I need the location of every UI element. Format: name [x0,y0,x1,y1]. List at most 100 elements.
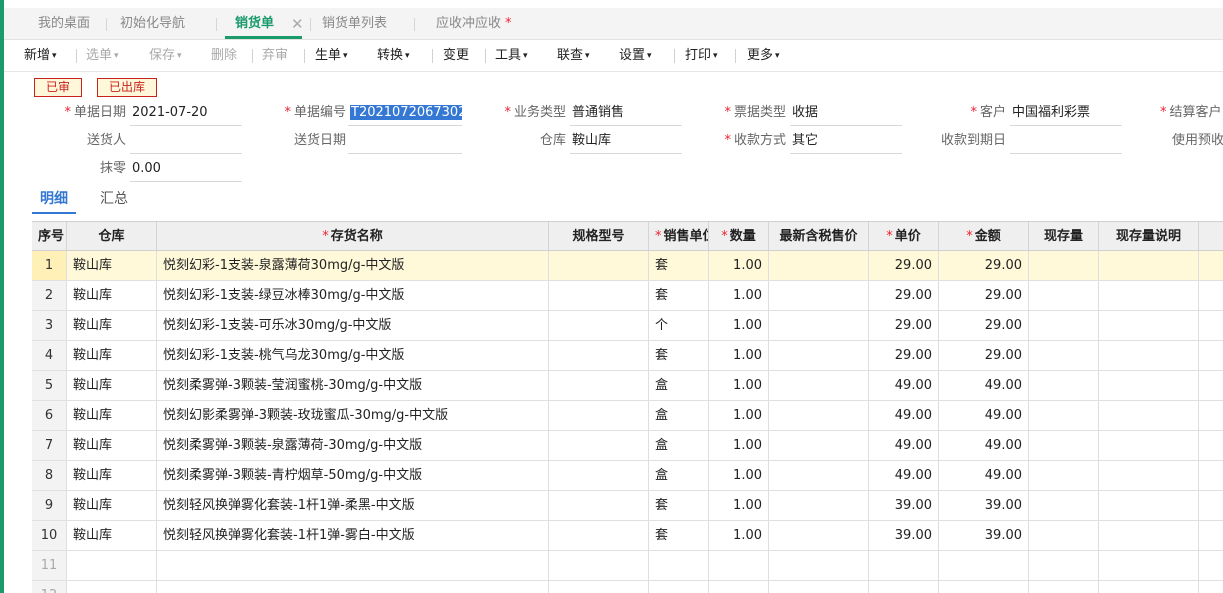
unit-cell[interactable]: 个 [649,311,709,340]
warehouse-cell[interactable] [67,551,157,580]
unit-cell[interactable]: 套 [649,251,709,280]
price-cell[interactable]: 49.00 [869,401,939,430]
unit-cell[interactable]: 套 [649,491,709,520]
latest-price-cell[interactable] [769,341,869,370]
unit-cell[interactable]: 套 [649,521,709,550]
col-qty-header[interactable]: * 数量 [709,222,769,250]
latest-price-cell[interactable] [769,431,869,460]
date-field[interactable]: 2021-07-20 [130,100,242,126]
stock-cell[interactable] [1029,581,1099,593]
convert-button[interactable]: 转换 ▾ [377,40,410,72]
spec-cell[interactable] [549,401,649,430]
latest-price-cell[interactable] [769,521,869,550]
latest-price-cell[interactable] [769,581,869,593]
stock-note-cell[interactable] [1099,251,1199,280]
stock-note-cell[interactable] [1099,341,1199,370]
deliverer-field[interactable] [130,128,242,154]
query-button[interactable]: 联查 ▾ [557,40,590,72]
price-cell[interactable] [869,581,939,593]
table-row[interactable]: 2 鞍山库 悦刻幻彩-1支装-绿豆冰棒30mg/g-中文版 套 1.00 29.00 29.… [32,281,1223,311]
unit-cell[interactable]: 盒 [649,431,709,460]
col-latest-price-header[interactable]: 最新含税售价 [769,222,869,250]
price-cell[interactable]: 49.00 [869,371,939,400]
table-row[interactable]: 1 鞍山库 悦刻幻彩-1支装-泉露薄荷30mg/g-中文版 套 1.00 29.00 29.… [32,251,1223,281]
col-stock-header[interactable]: 现存量 [1029,222,1099,250]
amount-cell[interactable]: 29.00 [939,251,1029,280]
item-name-cell[interactable]: 悦刻轻风换弹雾化套装-1杆1弹-柔黑-中文版 [157,491,549,520]
quantity-cell[interactable]: 1.00 [709,491,769,520]
spec-cell[interactable] [549,551,649,580]
pay-method-field[interactable]: 其它 [790,128,902,154]
more-button[interactable]: 更多 ▾ [747,40,780,72]
delivery-date-field[interactable] [348,128,462,154]
item-name-cell[interactable]: 悦刻柔雾弹-3颗装-泉露薄荷-30mg/g-中文版 [157,431,549,460]
quantity-cell[interactable]: 1.00 [709,431,769,460]
item-name-cell[interactable] [157,581,549,593]
latest-price-cell[interactable] [769,311,869,340]
item-name-cell[interactable]: 悦刻柔雾弹-3颗装-青柠烟草-50mg/g-中文版 [157,461,549,490]
select-order-button[interactable]: 选单 ▾ [86,40,119,72]
warehouse-cell[interactable]: 鞍山库 [67,371,157,400]
quantity-cell[interactable]: 1.00 [709,521,769,550]
stock-cell[interactable] [1029,491,1099,520]
warehouse-cell[interactable] [67,581,157,593]
col-spec-header[interactable]: 规格型号 [549,222,649,250]
col-price-header[interactable]: * 单价 [869,222,939,250]
warehouse-cell[interactable]: 鞍山库 [67,281,157,310]
latest-price-cell[interactable] [769,281,869,310]
amount-cell[interactable]: 29.00 [939,341,1029,370]
biz-type-field[interactable]: 普通销售 [570,100,682,126]
table-row[interactable]: 7 鞍山库 悦刻柔雾弹-3颗装-泉露薄荷-30mg/g-中文版 盒 1.00 49.00 4… [32,431,1223,461]
item-name-cell[interactable]: 悦刻幻影柔雾弹-3颗装-玫珑蜜瓜-30mg/g-中文版 [157,401,549,430]
price-cell[interactable]: 49.00 [869,461,939,490]
spec-cell[interactable] [549,281,649,310]
stock-note-cell[interactable] [1099,521,1199,550]
table-row[interactable]: 3 鞍山库 悦刻幻彩-1支装-可乐冰30mg/g-中文版 个 1.00 29.00 29.0… [32,311,1223,341]
unit-cell[interactable]: 盒 [649,401,709,430]
quantity-cell[interactable] [709,551,769,580]
stock-cell[interactable] [1029,251,1099,280]
col-warehouse-header[interactable]: 仓库 [67,222,157,250]
stock-note-cell[interactable] [1099,461,1199,490]
unit-cell[interactable] [649,551,709,580]
quantity-cell[interactable]: 1.00 [709,401,769,430]
save-button[interactable]: 保存 ▾ [149,40,182,72]
amount-cell[interactable]: 49.00 [939,401,1029,430]
unit-cell[interactable]: 盒 [649,461,709,490]
amount-cell[interactable]: 39.00 [939,491,1029,520]
price-cell[interactable]: 29.00 [869,281,939,310]
item-name-cell[interactable]: 悦刻柔雾弹-3颗装-莹润蜜桃-30mg/g-中文版 [157,371,549,400]
stock-cell[interactable] [1029,371,1099,400]
stock-cell[interactable] [1029,401,1099,430]
stock-note-cell[interactable] [1099,371,1199,400]
settings-button[interactable]: 设置 ▾ [619,40,652,72]
table-row[interactable]: 4 鞍山库 悦刻幻彩-1支装-桃气乌龙30mg/g-中文版 套 1.00 29.00 29.… [32,341,1223,371]
amount-cell[interactable]: 49.00 [939,371,1029,400]
rounding-field[interactable]: 0.00 [130,156,242,182]
latest-price-cell[interactable] [769,461,869,490]
delete-button[interactable]: 删除 [211,40,237,72]
quantity-cell[interactable]: 1.00 [709,311,769,340]
table-row[interactable]: 6 鞍山库 悦刻幻影柔雾弹-3颗装-玫珑蜜瓜-30mg/g-中文版 盒 1.00 49.0… [32,401,1223,431]
stock-note-cell[interactable] [1099,281,1199,310]
item-name-cell[interactable]: 悦刻幻彩-1支装-泉露薄荷30mg/g-中文版 [157,251,549,280]
amount-cell[interactable]: 39.00 [939,521,1029,550]
generate-button[interactable]: 生单 ▾ [315,40,348,72]
warehouse-cell[interactable]: 鞍山库 [67,341,157,370]
unit-cell[interactable]: 套 [649,341,709,370]
stock-cell[interactable] [1029,461,1099,490]
spec-cell[interactable] [549,311,649,340]
spec-cell[interactable] [549,431,649,460]
unit-cell[interactable] [649,581,709,593]
tab-init-nav[interactable]: 初始化导航 [120,8,185,40]
stock-note-cell[interactable] [1099,581,1199,593]
tab-detail[interactable]: 明细 [32,188,76,214]
unit-cell[interactable]: 盒 [649,371,709,400]
customer-field[interactable]: 中国福利彩票 [1010,100,1122,126]
quantity-cell[interactable]: 1.00 [709,281,769,310]
price-cell[interactable]: 49.00 [869,431,939,460]
stock-note-cell[interactable] [1099,491,1199,520]
quantity-cell[interactable]: 1.00 [709,251,769,280]
table-row[interactable]: 9 鞍山库 悦刻轻风换弹雾化套装-1杆1弹-柔黑-中文版 套 1.00 39.00 39.0… [32,491,1223,521]
invoice-type-field[interactable]: 收据 [790,100,902,126]
